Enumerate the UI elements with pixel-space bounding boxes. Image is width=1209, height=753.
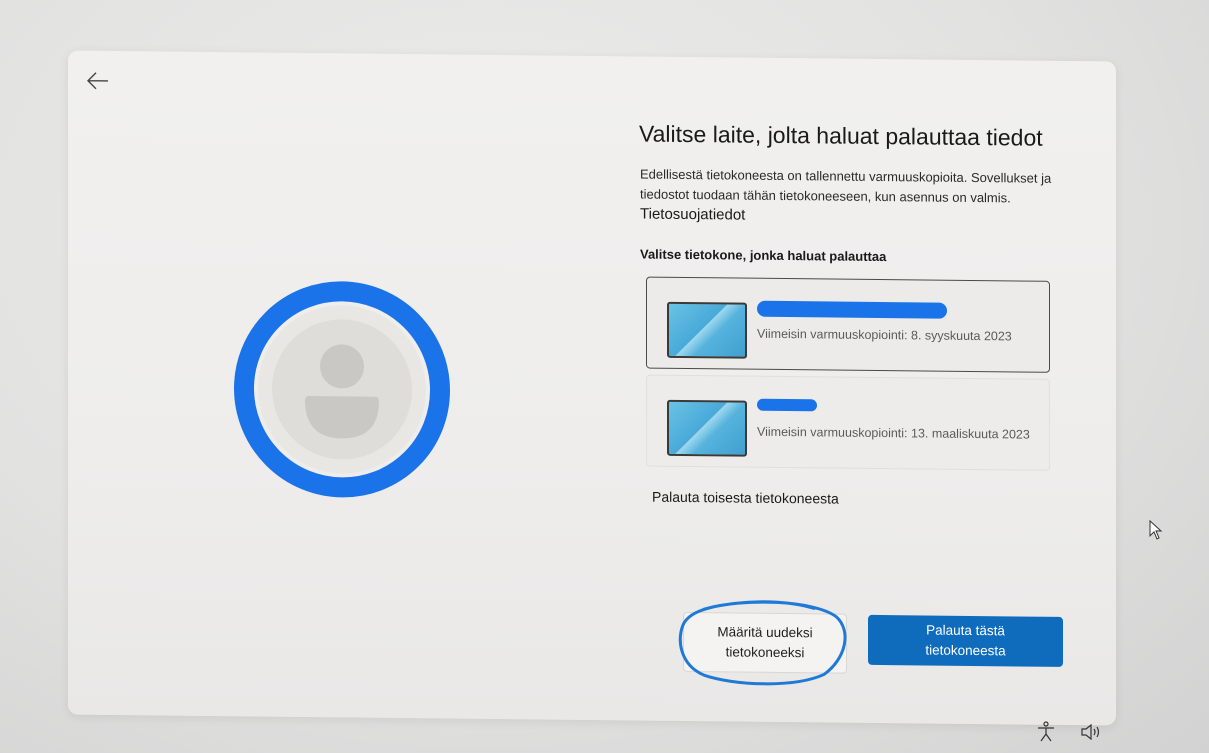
volume-icon[interactable] [1080,723,1102,743]
oobe-screen: Valitse laite, jolta haluat palauttaa ti… [0,0,1209,753]
setup-as-new-label-1: Määritä uudeksi [717,624,813,641]
restore-label-1: Palauta tästä [926,622,1005,639]
user-avatar-icon [233,279,451,499]
privacy-link[interactable]: Tietosuojatiedot [640,206,745,224]
back-arrow-icon[interactable] [86,71,110,91]
redacted-device-name [757,398,817,412]
setup-as-new-label-2: tietokoneeksi [725,644,805,661]
device-thumbnail-icon [667,399,747,457]
restore-label-2: tietokoneesta [925,642,1006,659]
accessibility-icon[interactable] [1036,721,1056,748]
device-backup-date: Viimeisin varmuuskopiointi: 13. maalisku… [757,424,1030,442]
page-title: Valitse laite, jolta haluat palauttaa ti… [639,120,1043,151]
description-text: Edellisestä tietokoneesta on tallennettu… [640,166,1052,206]
restore-from-other-link[interactable]: Palauta toisesta tietokoneesta [652,489,839,507]
page-description: Edellisestä tietokoneesta on tallennettu… [640,165,1090,230]
section-label: Valitse tietokone, jonka haluat palautta… [640,246,887,265]
restore-from-this-button[interactable]: Palauta tästä tietokoneesta [868,614,1063,667]
device-option-1[interactable]: Viimeisin varmuuskopiointi: 8. syyskuuta… [646,276,1050,373]
mouse-cursor-icon [1149,519,1163,545]
setup-as-new-button[interactable]: Määritä uudeksi tietokoneeksi [683,611,847,674]
setup-card: Valitse laite, jolta haluat palauttaa ti… [68,50,1163,726]
device-thumbnail-icon [667,301,747,359]
redacted-device-name [757,300,947,319]
device-option-2[interactable]: Viimeisin varmuuskopiointi: 13. maalisku… [646,374,1050,471]
device-backup-date: Viimeisin varmuuskopiointi: 8. syyskuuta… [757,326,1012,344]
